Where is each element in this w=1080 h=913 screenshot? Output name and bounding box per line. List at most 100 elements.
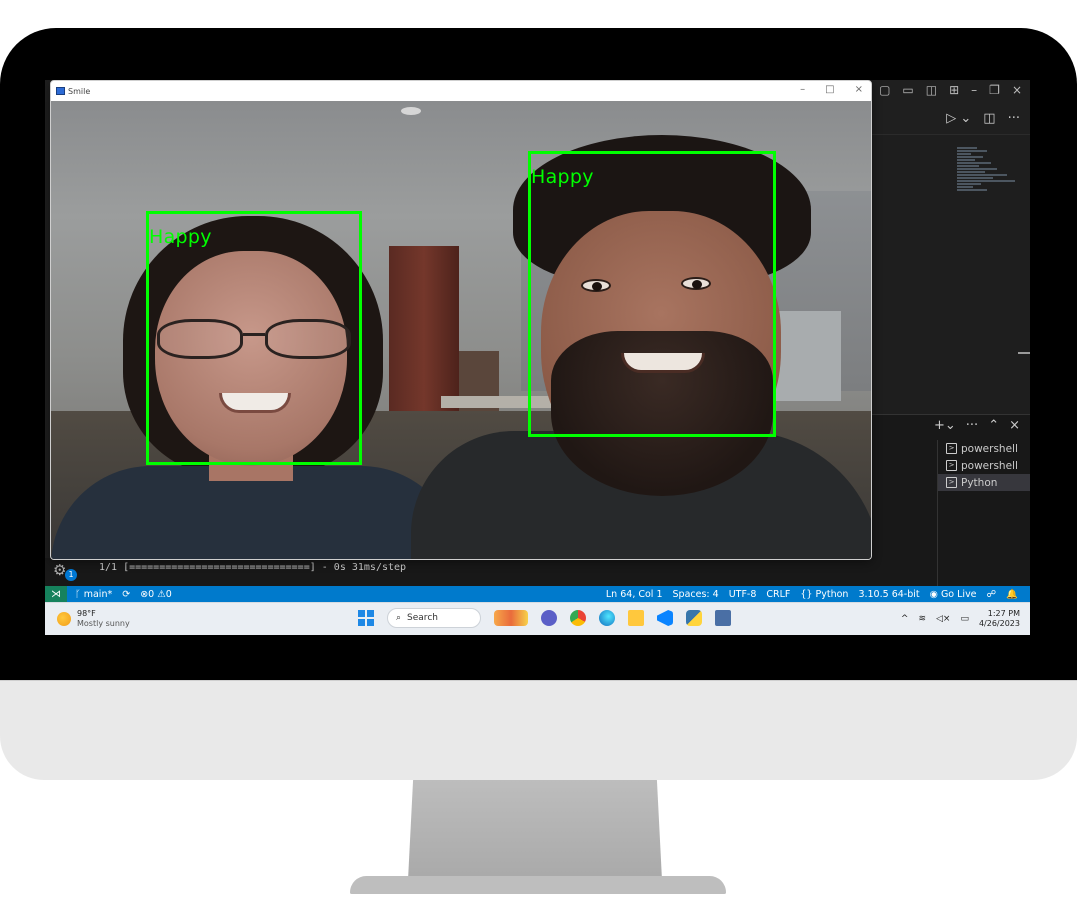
window-restore-icon[interactable]: ❐ bbox=[989, 83, 1000, 97]
branch-status[interactable]: ᚴ main* bbox=[75, 589, 112, 600]
system-tray: ^ ≋ ◁× ▭ 1:27 PM 4/26/2023 bbox=[901, 609, 1020, 629]
tray-overflow-icon[interactable]: ^ bbox=[901, 614, 909, 624]
run-icon[interactable]: ▷ ⌄ bbox=[946, 111, 971, 126]
search-label: Search bbox=[407, 613, 438, 623]
weather-widget[interactable]: 98°F Mostly sunny bbox=[57, 609, 130, 629]
python-icon[interactable] bbox=[686, 610, 702, 626]
braces-icon: {} bbox=[800, 588, 813, 600]
go-live-button[interactable]: ◉ Go Live bbox=[930, 589, 977, 600]
language-label: Python bbox=[815, 588, 849, 600]
cursor-position[interactable]: Ln 64, Col 1 bbox=[606, 589, 663, 600]
close-button[interactable]: × bbox=[855, 84, 863, 95]
split-editor-icon[interactable]: ◫ bbox=[983, 111, 995, 126]
window-title: Smile bbox=[68, 86, 91, 96]
editor-actions: ▷ ⌄ ◫ ··· bbox=[870, 102, 1030, 134]
clock[interactable]: 1:27 PM 4/26/2023 bbox=[979, 609, 1020, 629]
close-panel-icon[interactable]: × bbox=[1009, 418, 1020, 433]
chat-icon[interactable] bbox=[541, 610, 557, 626]
encoding[interactable]: UTF-8 bbox=[729, 589, 757, 600]
monitor-stand-foot bbox=[350, 876, 726, 894]
terminal-item-label: powershell bbox=[961, 442, 1018, 455]
branch-icon: ᚴ bbox=[75, 588, 81, 600]
panel-toolbar: +⌄ ··· ⌃ × bbox=[934, 418, 1020, 433]
terminal-item[interactable]: > Python bbox=[938, 474, 1030, 491]
window-minimize-icon[interactable]: – bbox=[971, 83, 977, 97]
ceiling-light bbox=[401, 107, 421, 115]
more-icon[interactable]: ··· bbox=[966, 418, 978, 433]
sun-icon bbox=[57, 612, 71, 626]
chrome-icon[interactable] bbox=[570, 610, 586, 626]
broadcast-icon: ◉ bbox=[929, 588, 938, 600]
python-window-icon[interactable] bbox=[715, 610, 731, 626]
language-mode[interactable]: {} Python bbox=[800, 589, 848, 600]
taskbar-apps: ⌕ Search bbox=[358, 608, 731, 628]
terminal-item[interactable]: > powershell bbox=[938, 457, 1030, 474]
terminal-icon: > bbox=[946, 443, 957, 454]
manage-gear[interactable]: ⚙ 1 bbox=[53, 560, 77, 582]
interpreter[interactable]: 3.10.5 64-bit bbox=[858, 589, 919, 600]
bell-icon[interactable]: 🔔 bbox=[1006, 589, 1018, 600]
layout-panel-icon[interactable]: ▭ bbox=[902, 83, 913, 97]
sync-icon[interactable]: ⟳ bbox=[122, 589, 130, 600]
new-terminal-icon[interactable]: +⌄ bbox=[934, 418, 956, 433]
windows-start-icon[interactable] bbox=[358, 610, 374, 626]
remote-icon: ⋊ bbox=[51, 588, 61, 600]
terminal-icon: > bbox=[946, 460, 957, 471]
layout-split-icon[interactable]: ◫ bbox=[926, 83, 937, 97]
window-close-icon[interactable]: × bbox=[1012, 83, 1022, 97]
warning-count: 0 bbox=[165, 588, 172, 600]
camera-window-controls: – □ × bbox=[800, 84, 863, 95]
clock-time: 1:27 PM bbox=[987, 609, 1020, 618]
app-icon bbox=[56, 87, 65, 95]
maximize-button[interactable]: □ bbox=[825, 84, 834, 95]
indentation[interactable]: Spaces: 4 bbox=[673, 589, 719, 600]
volume-icon[interactable]: ◁× bbox=[936, 614, 950, 624]
battery-icon[interactable]: ▭ bbox=[960, 614, 969, 624]
weather-temp: 98°F bbox=[77, 609, 96, 618]
status-left: ᚴ main* ⟳ ⊗0 ⚠0 bbox=[67, 589, 172, 600]
problems-status[interactable]: ⊗0 ⚠0 bbox=[140, 589, 172, 600]
terminal-list: > powershell > powershell > Python bbox=[937, 440, 1030, 586]
notification-count-badge: 1 bbox=[65, 569, 77, 581]
camera-window-titlebar[interactable]: Smile – □ × bbox=[51, 81, 871, 101]
line-ending[interactable]: CRLF bbox=[766, 589, 790, 600]
more-actions-icon[interactable]: ··· bbox=[1008, 111, 1020, 126]
terminal-item-label: powershell bbox=[961, 459, 1018, 472]
error-icon: ⊗ bbox=[140, 588, 149, 600]
monitor-stand-neck bbox=[408, 780, 662, 880]
terminal-icon: > bbox=[946, 477, 957, 488]
wifi-icon[interactable]: ≋ bbox=[918, 614, 926, 624]
error-count: 0 bbox=[148, 588, 155, 600]
taskbar-search[interactable]: ⌕ Search bbox=[387, 608, 481, 628]
taskbar: 98°F Mostly sunny ⌕ Search ^ ≋ ◁× ▭ 1:27… bbox=[45, 602, 1030, 635]
minimap[interactable] bbox=[957, 146, 1017, 216]
go-live-label: Go Live bbox=[940, 588, 977, 600]
accounts-icon[interactable]: ☍ bbox=[987, 589, 997, 600]
emotion-label: Happy bbox=[149, 226, 212, 248]
clock-date: 4/26/2023 bbox=[978, 619, 1020, 628]
terminal-output-line: 1/1 [==============================] - 0… bbox=[99, 562, 407, 573]
search-icon: ⌕ bbox=[396, 613, 402, 623]
maximize-panel-icon[interactable]: ⌃ bbox=[988, 418, 999, 433]
vscode-icon[interactable] bbox=[657, 610, 673, 626]
emotion-label: Happy bbox=[531, 166, 594, 188]
weather-text: 98°F Mostly sunny bbox=[77, 609, 130, 629]
layout-sidebar-icon[interactable]: ▢ bbox=[879, 83, 890, 97]
file-explorer-icon[interactable] bbox=[628, 610, 644, 626]
edge-icon[interactable] bbox=[599, 610, 615, 626]
monitor-chin bbox=[0, 680, 1077, 780]
terminal-item[interactable]: > powershell bbox=[938, 440, 1030, 457]
layout-custom-icon[interactable]: ⊞ bbox=[949, 83, 959, 97]
remote-indicator[interactable]: ⋊ bbox=[45, 586, 67, 602]
widgets-promo-icon[interactable] bbox=[494, 610, 528, 626]
minimize-button[interactable]: – bbox=[800, 84, 805, 95]
scrollbar-marker[interactable] bbox=[1018, 352, 1030, 354]
terminal-output[interactable]: 1/1 [==============================] - 0… bbox=[45, 558, 870, 586]
screen: ▢ ▭ ◫ ⊞ – ❐ × ▷ ⌄ ◫ ··· +⌄ ··· ⌃ × > pow… bbox=[45, 80, 1030, 635]
camera-window[interactable]: Smile – □ × Happy Happy bbox=[50, 80, 872, 560]
branch-label: main* bbox=[83, 588, 113, 600]
status-right: Ln 64, Col 1 Spaces: 4 UTF-8 CRLF {} Pyt… bbox=[606, 589, 1030, 600]
vscode-title-controls: ▢ ▭ ◫ ⊞ – ❐ × bbox=[879, 83, 1022, 97]
face-detection-box: Happy bbox=[528, 151, 776, 437]
terminal-item-label: Python bbox=[961, 476, 998, 489]
